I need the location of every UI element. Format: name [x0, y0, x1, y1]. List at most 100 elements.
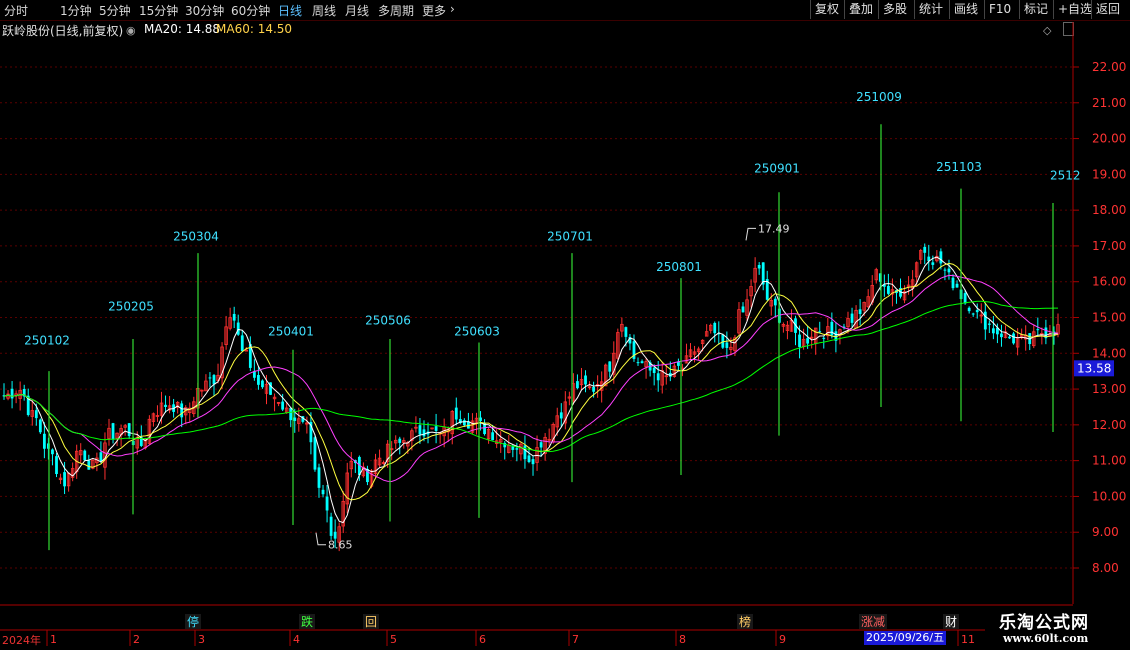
candle-body	[398, 438, 402, 443]
candle-body	[975, 310, 979, 313]
y-tick-label: 12.00	[1092, 418, 1126, 432]
period-marker-label: 250801	[656, 260, 702, 274]
candle-body	[63, 472, 66, 487]
candle-body	[798, 334, 801, 347]
candle-body	[208, 377, 212, 379]
month-label: 1	[50, 633, 57, 646]
candle-body	[886, 285, 890, 294]
period-marker-label: 251009	[856, 90, 902, 104]
candle-body	[1012, 333, 1015, 344]
candle-body	[951, 277, 955, 289]
candle-body	[257, 375, 260, 385]
candle-body	[624, 327, 628, 337]
candle-body	[1036, 329, 1040, 331]
candle-body	[991, 328, 995, 334]
candle-body	[261, 380, 264, 388]
current-price-label: 13.58	[1077, 361, 1111, 375]
candle-body	[713, 322, 717, 334]
month-label: 7	[572, 633, 579, 646]
candle-body	[947, 268, 951, 273]
candle-body	[773, 298, 777, 306]
y-tick-label: 17.00	[1092, 239, 1126, 253]
candle-body	[656, 373, 660, 381]
candle-body	[293, 417, 297, 421]
candle-body	[963, 293, 967, 304]
candle-body	[576, 381, 579, 389]
month-label: 8	[679, 633, 686, 646]
high-label: 17.49	[758, 222, 790, 235]
y-tick-label: 8.00	[1092, 561, 1119, 575]
candle-body	[42, 433, 46, 449]
candle-body	[608, 361, 612, 372]
event-badge: 停	[187, 614, 199, 629]
period-marker-label: 2512	[1050, 169, 1081, 183]
candle-body	[971, 313, 975, 315]
candle-body	[931, 262, 935, 265]
candle-body	[38, 419, 42, 433]
period-marker-label: 250401	[268, 324, 314, 338]
candle-body	[923, 246, 927, 253]
candle-body	[111, 423, 115, 440]
brand-name: 乐淘公式网	[999, 613, 1089, 633]
y-tick-label: 19.00	[1092, 167, 1126, 181]
candle-body	[523, 445, 527, 460]
candle-body	[99, 452, 103, 461]
candle-body	[531, 459, 535, 465]
candle-body	[636, 362, 640, 364]
candle-body	[822, 337, 826, 339]
candle-body	[983, 311, 987, 330]
candle-body	[180, 403, 184, 418]
candle-body	[943, 269, 947, 271]
y-tick-label: 9.00	[1092, 525, 1119, 539]
y-tick-label: 18.00	[1092, 203, 1126, 217]
candle-body	[939, 251, 943, 264]
candle-body	[462, 420, 466, 426]
candle-body	[725, 342, 729, 348]
month-label: 4	[293, 633, 300, 646]
candle-body	[434, 426, 438, 431]
candle-body	[55, 456, 58, 475]
candle-body	[559, 412, 563, 419]
event-badge: 回	[365, 615, 377, 629]
candle-body	[584, 375, 587, 385]
period-marker-label: 250506	[365, 314, 411, 328]
candle-body	[955, 283, 959, 288]
low-label: 8.65	[328, 539, 353, 552]
candle-body	[527, 455, 531, 462]
candle-body	[34, 410, 38, 419]
month-label: 9	[779, 633, 786, 646]
candle-body	[539, 442, 543, 448]
candle-body	[317, 467, 321, 488]
ma5-line	[3, 256, 1059, 524]
candle-body	[757, 264, 761, 269]
candle-body	[818, 331, 822, 333]
candle-body	[281, 401, 285, 410]
event-badge: 涨减	[861, 614, 885, 629]
y-tick-label: 10.00	[1092, 489, 1126, 503]
candle-body	[329, 516, 333, 536]
y-tick-label: 20.00	[1092, 132, 1126, 146]
month-label: 11	[961, 633, 975, 646]
y-tick-label: 15.00	[1092, 311, 1126, 325]
candle-body	[418, 425, 422, 435]
month-label: 6	[479, 633, 486, 646]
candle-body	[212, 375, 216, 385]
year-label: 2024年	[2, 634, 41, 647]
candle-body	[640, 361, 644, 364]
candle-body	[491, 432, 495, 441]
candle-body	[806, 338, 810, 344]
high-pointer	[745, 227, 756, 241]
period-marker-label: 250603	[454, 324, 500, 338]
y-tick-label: 13.00	[1092, 382, 1126, 396]
month-label: 2	[133, 633, 140, 646]
candle-body	[1008, 336, 1011, 339]
candle-body	[127, 423, 131, 436]
low-pointer	[315, 532, 326, 546]
candle-body	[164, 404, 167, 408]
candlestick-chart[interactable]: 22.0021.0020.0019.0018.0017.0016.0015.00…	[0, 0, 1130, 650]
event-badge: 跌	[301, 614, 313, 629]
candle-body	[325, 496, 329, 511]
y-tick-label: 21.00	[1092, 96, 1126, 110]
period-marker-label: 250701	[547, 230, 593, 244]
candle-body	[987, 323, 991, 325]
